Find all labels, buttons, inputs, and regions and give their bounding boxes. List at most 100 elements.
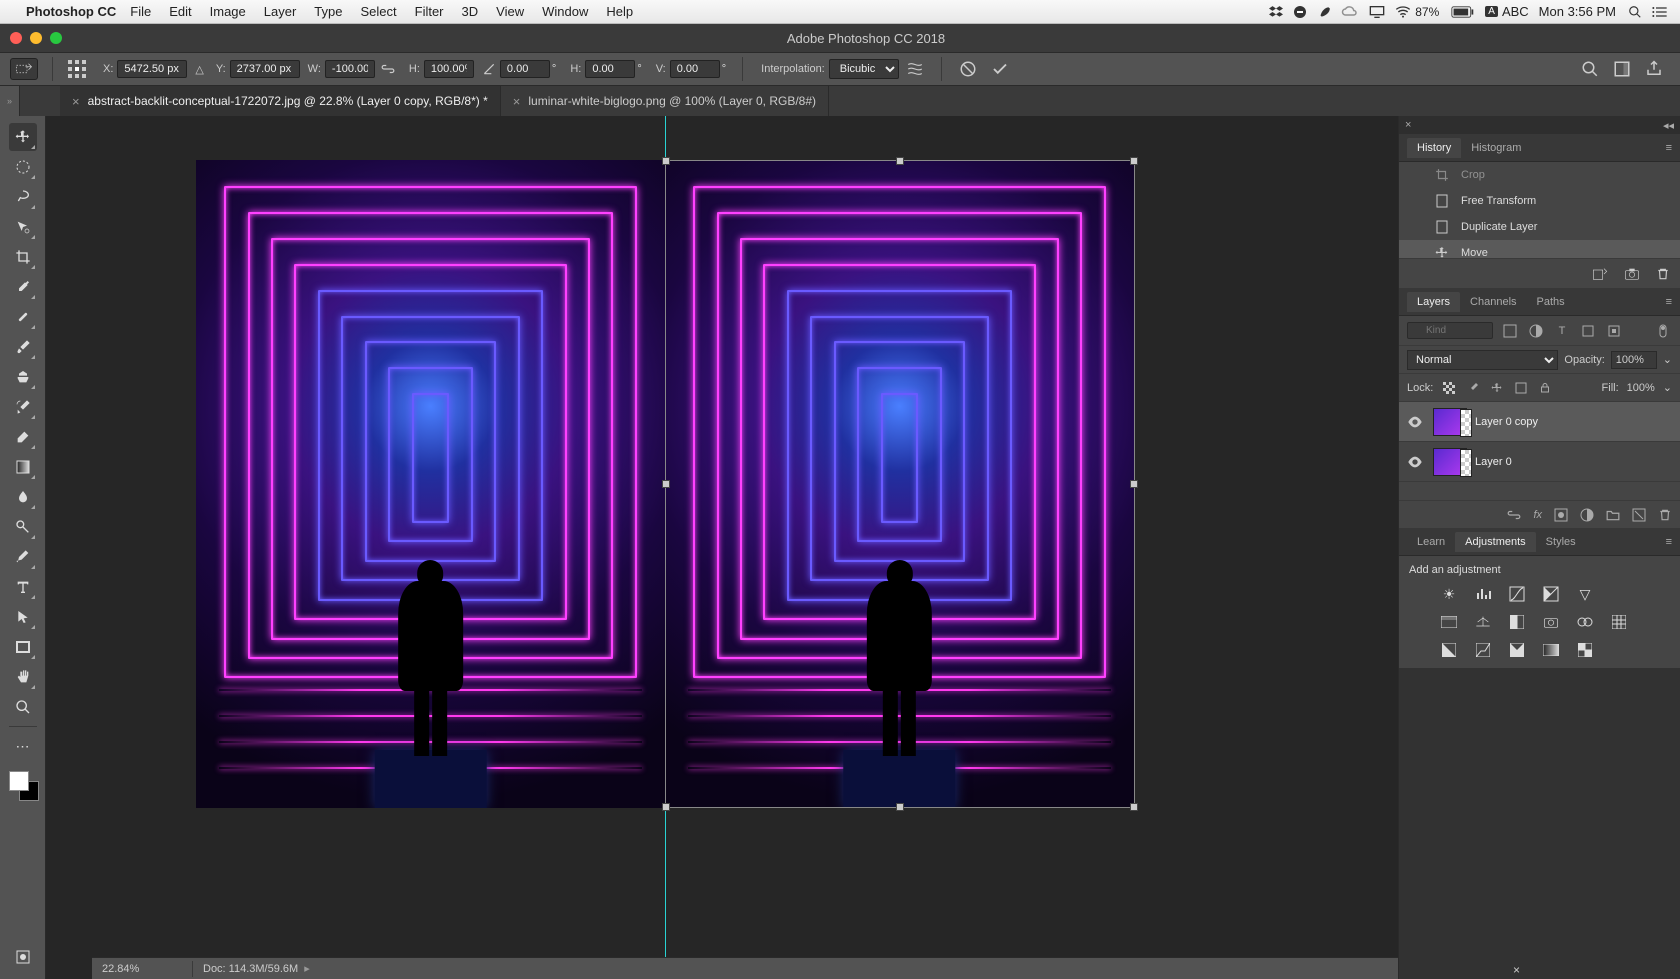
filter-adjust-icon[interactable] xyxy=(1527,322,1545,340)
status-round-icon[interactable] xyxy=(1293,5,1307,19)
panel-close-icon[interactable]: × xyxy=(1405,119,1411,131)
filter-smart-icon[interactable] xyxy=(1605,322,1623,340)
tab-histogram[interactable]: Histogram xyxy=(1461,138,1531,158)
history-item-duplicate[interactable]: Duplicate Layer xyxy=(1399,214,1680,240)
posterize-icon[interactable] xyxy=(1473,640,1493,660)
lock-all-icon[interactable] xyxy=(1537,380,1553,396)
blur-tool[interactable] xyxy=(9,483,37,511)
panel-menu-icon[interactable]: ≡ xyxy=(1666,296,1672,308)
new-layer-icon[interactable] xyxy=(1632,508,1646,522)
zoom-tool[interactable] xyxy=(9,693,37,721)
share-icon[interactable] xyxy=(1642,57,1666,81)
brightness-icon[interactable]: ☀ xyxy=(1439,584,1459,604)
tab-channels[interactable]: Channels xyxy=(1460,292,1526,312)
transform-handle-tr[interactable] xyxy=(1130,157,1138,165)
menu-help[interactable]: Help xyxy=(606,4,633,19)
warp-icon[interactable] xyxy=(903,57,927,81)
tab-adjustments[interactable]: Adjustments xyxy=(1455,532,1536,552)
snapshot-icon[interactable] xyxy=(1624,267,1640,281)
rotate-input[interactable] xyxy=(500,60,550,78)
menu-file[interactable]: File xyxy=(130,4,151,19)
hue-icon[interactable] xyxy=(1439,612,1459,632)
search-icon[interactable] xyxy=(1578,57,1602,81)
gradient-tool[interactable] xyxy=(9,453,37,481)
type-tool[interactable] xyxy=(9,573,37,601)
zoom-level[interactable]: 22.84% xyxy=(102,963,182,975)
x-input[interactable] xyxy=(117,60,187,78)
spotlight-icon[interactable] xyxy=(1628,5,1642,19)
skew-h-input[interactable] xyxy=(585,60,635,78)
brush-tool[interactable] xyxy=(9,333,37,361)
menu-3d[interactable]: 3D xyxy=(462,4,479,19)
skew-v-input[interactable] xyxy=(670,60,720,78)
hand-tool[interactable] xyxy=(9,663,37,691)
reference-point-icon[interactable] xyxy=(63,58,91,80)
app-name[interactable]: Photoshop CC xyxy=(26,4,116,19)
path-select-tool[interactable] xyxy=(9,603,37,631)
fill-dropdown-icon[interactable]: ⌄ xyxy=(1663,381,1672,394)
opacity-dropdown-icon[interactable]: ⌄ xyxy=(1663,353,1672,366)
close-window-button[interactable] xyxy=(10,32,22,44)
levels-icon[interactable] xyxy=(1473,584,1493,604)
doc-size[interactable]: Doc: 114.3M/59.6M xyxy=(203,963,298,975)
feather-icon[interactable] xyxy=(1317,5,1331,19)
edit-toolbar[interactable]: ⋯ xyxy=(9,732,37,760)
history-item-move[interactable]: Move xyxy=(1399,240,1680,258)
clock[interactable]: Mon 3:56 PM xyxy=(1539,4,1616,19)
filter-shape-icon[interactable] xyxy=(1579,322,1597,340)
opacity-value[interactable]: 100% xyxy=(1611,351,1657,369)
menu-window[interactable]: Window xyxy=(542,4,588,19)
panel-collapse-icon[interactable]: ◂◂ xyxy=(1663,119,1674,132)
link-wh-icon[interactable] xyxy=(381,62,395,76)
transform-handle-tl[interactable] xyxy=(662,157,670,165)
fill-value[interactable]: 100% xyxy=(1627,382,1655,394)
document-tab-1[interactable]: × abstract-backlit-conceptual-1722072.jp… xyxy=(60,86,501,116)
pen-tool[interactable] xyxy=(9,543,37,571)
healing-brush-tool[interactable] xyxy=(9,303,37,331)
bw-icon[interactable] xyxy=(1507,612,1527,632)
tab-history[interactable]: History xyxy=(1407,138,1461,158)
current-tool-icon[interactable] xyxy=(10,58,38,80)
triangle-icon[interactable]: △ xyxy=(195,63,203,76)
transform-handle-bc[interactable] xyxy=(896,803,904,811)
display-icon[interactable] xyxy=(1369,5,1385,19)
delete-state-icon[interactable] xyxy=(1656,267,1670,281)
fx-icon[interactable]: fx xyxy=(1533,509,1542,521)
crop-tool[interactable] xyxy=(9,243,37,271)
photo-filter-icon[interactable] xyxy=(1541,612,1561,632)
lock-transparent-icon[interactable] xyxy=(1441,380,1457,396)
tab-styles[interactable]: Styles xyxy=(1536,532,1586,552)
wifi-icon[interactable] xyxy=(1395,5,1411,19)
input-source[interactable]: AABC xyxy=(1485,4,1528,19)
layer-row[interactable]: Layer 0 copy xyxy=(1399,402,1680,442)
foreground-color-swatch[interactable] xyxy=(9,771,29,791)
panel-menu-icon[interactable]: ≡ xyxy=(1666,536,1672,548)
color-balance-icon[interactable] xyxy=(1473,612,1493,632)
exposure-icon[interactable] xyxy=(1541,584,1561,604)
dropbox-icon[interactable] xyxy=(1269,5,1283,19)
selective-color-icon[interactable] xyxy=(1575,640,1595,660)
tab-learn[interactable]: Learn xyxy=(1407,532,1455,552)
transform-handle-tc[interactable] xyxy=(896,157,904,165)
workspace-icon[interactable] xyxy=(1610,57,1634,81)
move-tool[interactable] xyxy=(9,123,37,151)
rectangle-tool[interactable] xyxy=(9,633,37,661)
timeline-close-icon[interactable]: × xyxy=(1513,963,1520,977)
menu-layer[interactable]: Layer xyxy=(264,4,297,19)
doc-tabs-expand[interactable]: » xyxy=(0,86,20,116)
battery-icon[interactable] xyxy=(1451,6,1475,18)
eraser-tool[interactable] xyxy=(9,423,37,451)
layer-thumbnail[interactable] xyxy=(1433,448,1467,476)
tab-layers[interactable]: Layers xyxy=(1407,292,1460,312)
transform-box[interactable] xyxy=(665,160,1135,808)
transform-handle-ml[interactable] xyxy=(662,480,670,488)
color-swatches[interactable] xyxy=(7,769,39,801)
lock-artboard-icon[interactable] xyxy=(1513,380,1529,396)
menu-select[interactable]: Select xyxy=(360,4,396,19)
minimize-window-button[interactable] xyxy=(30,32,42,44)
cc-cloud-icon[interactable] xyxy=(1341,5,1359,19)
curves-icon[interactable] xyxy=(1507,584,1527,604)
menu-view[interactable]: View xyxy=(496,4,524,19)
interp-select[interactable]: Bicubic xyxy=(829,59,899,79)
transform-handle-br[interactable] xyxy=(1130,803,1138,811)
